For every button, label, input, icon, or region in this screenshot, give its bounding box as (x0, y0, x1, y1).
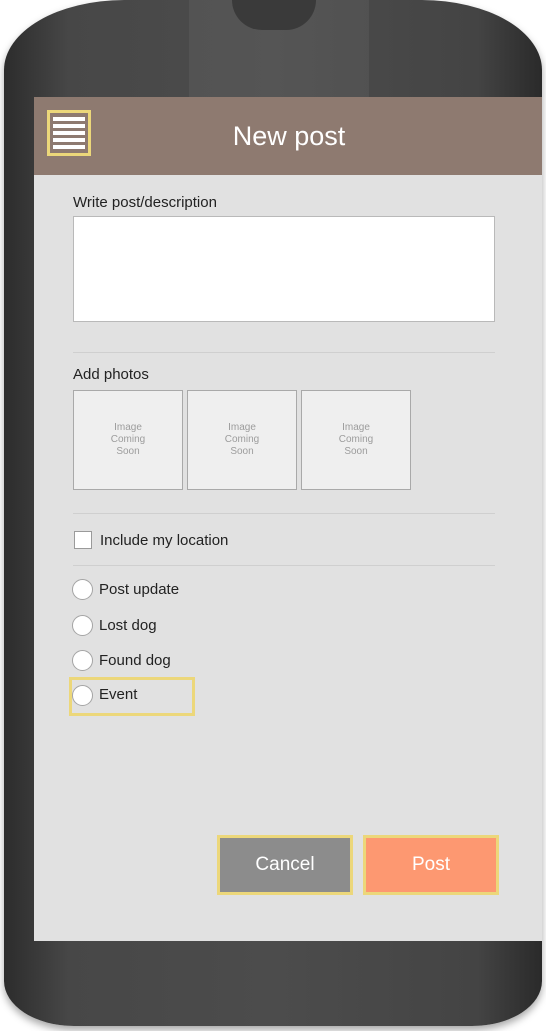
location-checkbox[interactable] (74, 531, 92, 549)
radio-label-post-update: Post update (99, 581, 180, 598)
menu-line (53, 124, 85, 128)
radio-found-dog[interactable] (72, 650, 93, 671)
radio-lost-dog[interactable] (72, 615, 93, 636)
image-placeholder-text: Image Coming Soon (224, 422, 260, 457)
menu-line (53, 145, 85, 149)
phone-speaker (232, 0, 316, 30)
menu-line (53, 131, 85, 135)
radio-label-event: Event (99, 686, 138, 703)
divider (73, 352, 495, 353)
page-title: New post (232, 121, 346, 151)
phone-frame: New post Write post/description Add phot… (4, 0, 542, 1026)
radio-label-lost-dog: Lost dog (99, 617, 157, 634)
menu-line (53, 138, 85, 142)
location-label: Include my location (100, 532, 229, 549)
photo-slot-2[interactable]: Image Coming Soon (187, 390, 297, 490)
radio-label-found-dog: Found dog (99, 652, 171, 669)
hamburger-menu-icon[interactable] (47, 110, 91, 156)
description-label: Write post/description (73, 194, 217, 211)
post-button[interactable]: Post (363, 835, 499, 895)
divider (73, 513, 495, 514)
menu-line (53, 117, 85, 121)
divider (73, 565, 495, 566)
radio-post-update[interactable] (72, 579, 93, 600)
image-placeholder-text: Image Coming Soon (338, 422, 374, 457)
app-screen: New post Write post/description Add phot… (34, 97, 542, 941)
photo-slot-3[interactable]: Image Coming Soon (301, 390, 411, 490)
app-header: New post (34, 97, 542, 175)
description-input[interactable] (73, 216, 495, 322)
image-placeholder-text: Image Coming Soon (110, 422, 146, 457)
photo-slot-1[interactable]: Image Coming Soon (73, 390, 183, 490)
radio-event[interactable] (72, 685, 93, 706)
cancel-button[interactable]: Cancel (217, 835, 353, 895)
photos-label: Add photos (73, 366, 149, 383)
